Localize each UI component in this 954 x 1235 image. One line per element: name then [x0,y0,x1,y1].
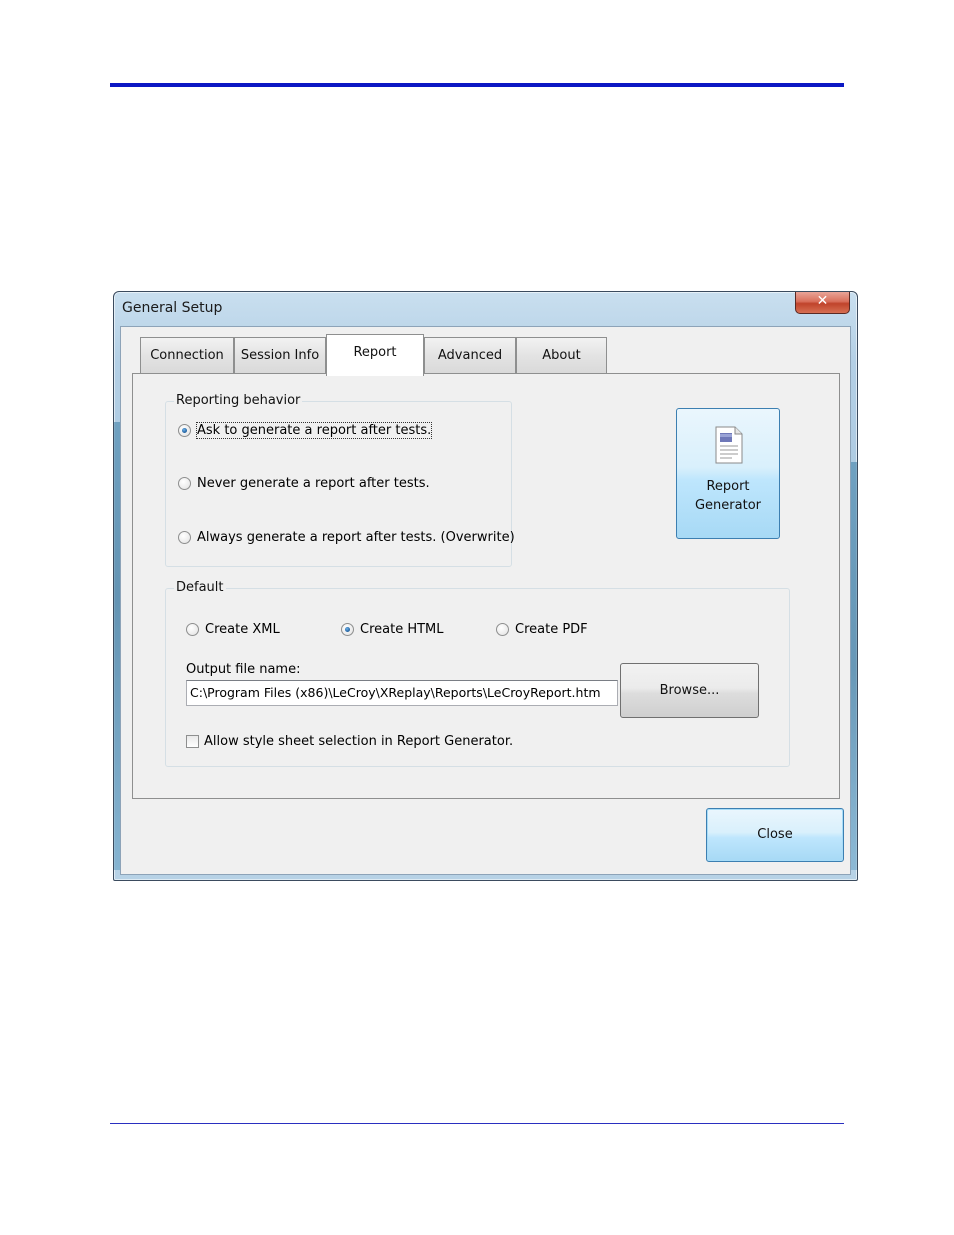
radio-create-html[interactable]: Create HTML [341,622,444,637]
reporting-behavior-group: Reporting behavior Ask to generate a rep… [165,393,515,567]
tab-connection[interactable]: Connection [140,337,234,374]
radio-always-report-indicator[interactable] [178,531,191,544]
stylesheet-selection-checkbox[interactable]: Allow style sheet selection in Report Ge… [186,734,513,749]
default-group-label: Default [174,580,226,595]
close-icon: ✕ [816,293,829,309]
report-generator-label: Report Generator [677,477,779,515]
page-header-rule [110,83,844,87]
stylesheet-selection-label: Allow style sheet selection in Report Ge… [204,734,514,749]
radio-always-report-label: Always generate a report after tests. (O… [197,530,515,545]
radio-never-report-label: Never generate a report after tests. [197,476,430,491]
radio-always-report[interactable]: Always generate a report after tests. (O… [178,530,515,545]
tab-report[interactable]: Report [326,334,424,376]
radio-ask-report-indicator[interactable] [178,424,191,437]
browse-button[interactable]: Browse... [620,663,759,718]
tab-advanced[interactable]: Advanced [424,337,516,374]
output-file-name-text: Output file name: [186,662,301,677]
tab-session-info-label: Session Info [240,348,320,363]
radio-never-report[interactable]: Never generate a report after tests. [178,476,430,491]
output-file-name-label: Output file name: [186,662,300,677]
tab-connection-label: Connection [150,348,224,363]
tab-session-info[interactable]: Session Info [234,337,326,374]
report-generator-label-line1: Report [706,479,750,494]
radio-create-html-indicator[interactable] [341,623,354,636]
radio-create-pdf-indicator[interactable] [496,623,509,636]
tab-advanced-label: Advanced [437,348,503,363]
radio-create-pdf[interactable]: Create PDF [496,622,588,637]
radio-create-xml[interactable]: Create XML [186,622,280,637]
radio-create-html-label: Create HTML [360,622,444,637]
tab-about[interactable]: About [516,337,607,374]
reporting-behavior-label: Reporting behavior [174,393,303,408]
tab-report-label: Report [353,345,397,360]
tab-about-label: About [542,348,581,363]
general-setup-window: General Setup ✕ Connection Session Info … [113,291,858,881]
window-title: General Setup [122,300,223,316]
radio-never-report-indicator[interactable] [178,477,191,490]
report-tab-panel: Reporting behavior Ask to generate a rep… [132,373,840,799]
radio-ask-report-label: Ask to generate a report after tests. [195,422,433,439]
stylesheet-selection-box[interactable] [186,735,199,748]
report-generator-button[interactable]: Report Generator [676,408,780,539]
document-icon [715,426,743,464]
radio-create-xml-indicator[interactable] [186,623,199,636]
radio-create-pdf-label: Create PDF [515,622,588,637]
page-footer-rule [110,1123,844,1124]
close-button[interactable]: Close [706,808,844,862]
radio-ask-report[interactable]: Ask to generate a report after tests. [178,422,433,439]
output-file-name-input[interactable]: C:\Program Files (x86)\LeCroy\XReplay\Re… [186,680,618,706]
window-close-button[interactable]: ✕ [795,292,850,314]
radio-create-xml-label: Create XML [205,622,280,637]
dialog-client-area: Connection Session Info Report Advanced … [120,326,851,875]
report-generator-label-line2: Generator [694,498,761,513]
